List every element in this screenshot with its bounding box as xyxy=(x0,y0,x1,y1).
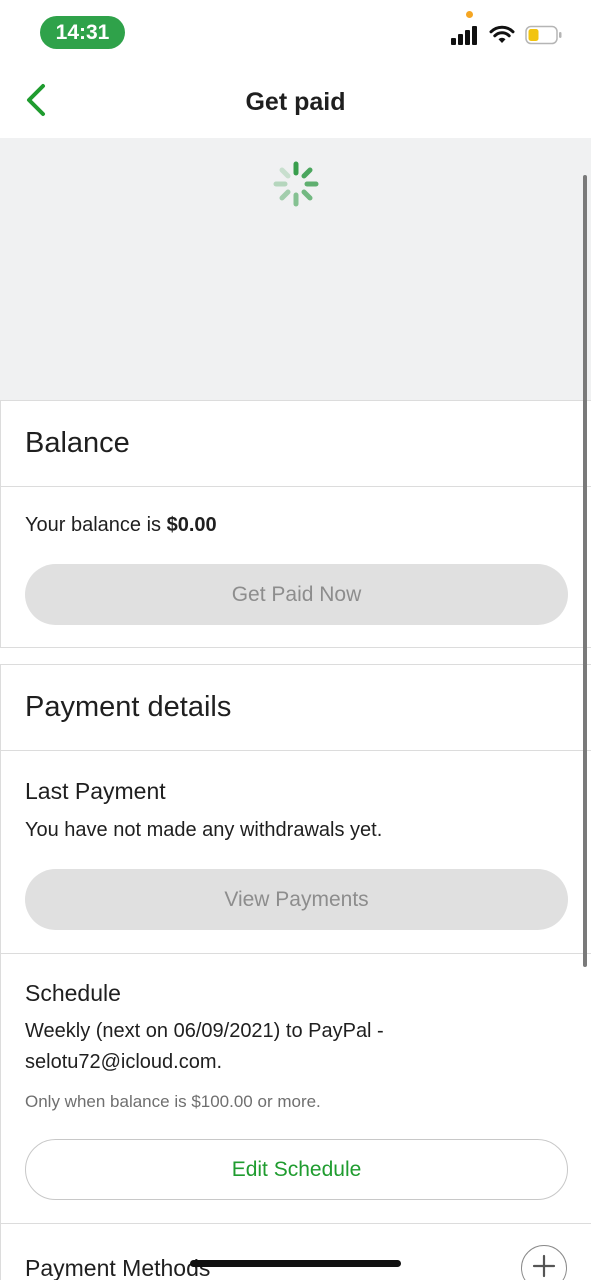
balance-card: Balance Your balance is $0.00 Get Paid N… xyxy=(0,400,591,648)
plus-icon xyxy=(532,1254,556,1280)
navigation-bar: Get paid xyxy=(0,66,591,138)
last-payment-title: Last Payment xyxy=(25,778,166,804)
status-icons xyxy=(451,24,563,50)
payment-details-card: Payment details Last Payment You have no… xyxy=(0,664,591,1280)
get-paid-now-button[interactable]: Get Paid Now xyxy=(25,564,568,625)
cellular-signal-icon xyxy=(451,25,479,50)
view-payments-button[interactable]: View Payments xyxy=(25,869,568,930)
page-title: Get paid xyxy=(245,88,346,116)
payment-details-header: Payment details xyxy=(1,665,591,751)
privacy-indicator-dot xyxy=(466,11,473,18)
last-payment-text: You have not made any withdrawals yet. xyxy=(25,819,383,841)
scrollbar[interactable] xyxy=(583,175,587,967)
section-divider xyxy=(1,1223,591,1224)
balance-amount: $0.00 xyxy=(166,514,217,536)
home-indicator[interactable] xyxy=(190,1260,401,1267)
add-payment-method-button[interactable] xyxy=(521,1245,567,1280)
loading-spinner-icon xyxy=(272,160,320,208)
battery-icon xyxy=(525,25,563,50)
edit-schedule-button[interactable]: Edit Schedule xyxy=(25,1139,568,1200)
schedule-line-2: selotu72@icloud.com. xyxy=(25,1051,223,1073)
payment-methods-title: Payment Methods xyxy=(25,1255,211,1280)
schedule-title: Schedule xyxy=(25,980,121,1006)
balance-text: Your balance is $0.00 xyxy=(25,514,217,537)
balance-text-prefix: Your balance is xyxy=(25,514,167,536)
wifi-icon xyxy=(489,25,515,50)
status-time: 14:31 xyxy=(40,16,125,49)
section-divider xyxy=(1,953,591,954)
schedule-line-1: Weekly (next on 06/09/2021) to PayPal - xyxy=(25,1020,384,1042)
balance-header: Balance xyxy=(1,401,591,487)
schedule-note: Only when balance is $100.00 or more. xyxy=(25,1092,321,1111)
status-bar: 14:31 xyxy=(0,0,591,66)
